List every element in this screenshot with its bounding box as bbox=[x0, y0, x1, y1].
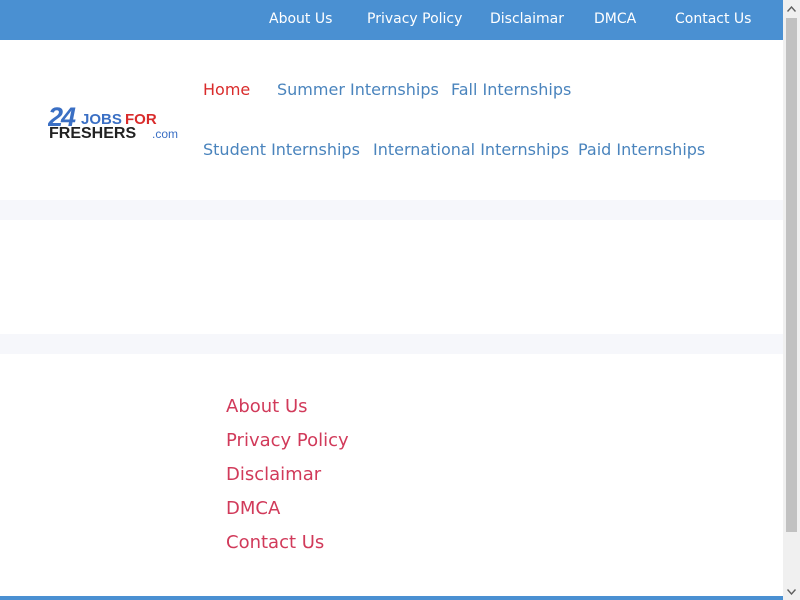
topbar-link-about-us[interactable]: About Us bbox=[269, 11, 332, 27]
footer-link-about-us[interactable]: About Us bbox=[226, 396, 308, 417]
page: About Us Privacy Policy Disclaimar DMCA … bbox=[0, 0, 800, 600]
topbar-link-disclaimar[interactable]: Disclaimar bbox=[490, 11, 564, 27]
topbar-link-contact-us[interactable]: Contact Us bbox=[675, 11, 751, 27]
section-divider-top bbox=[0, 200, 783, 220]
site-header: 24 JOBS FOR FRESHERS .com Home Summer In… bbox=[0, 40, 783, 200]
vertical-scrollbar[interactable] bbox=[783, 0, 800, 600]
topbar-link-dmca[interactable]: DMCA bbox=[594, 11, 636, 27]
nav-summer-internships[interactable]: Summer Internships bbox=[277, 80, 439, 99]
footer-link-contact-us[interactable]: Contact Us bbox=[226, 532, 324, 553]
top-bar: About Us Privacy Policy Disclaimar DMCA … bbox=[0, 0, 783, 40]
footer-link-dmca[interactable]: DMCA bbox=[226, 498, 280, 519]
site-logo[interactable]: 24 JOBS FOR FRESHERS .com bbox=[48, 102, 182, 144]
bottom-bar bbox=[0, 596, 783, 600]
scroll-down-button[interactable] bbox=[783, 583, 800, 600]
logo-freshers: FRESHERS bbox=[49, 125, 136, 142]
logo-graphic: 24 JOBS FOR FRESHERS .com bbox=[48, 102, 178, 142]
chevron-up-icon bbox=[787, 5, 796, 12]
nav-fall-internships[interactable]: Fall Internships bbox=[451, 80, 571, 99]
logo-suffix: .com bbox=[152, 127, 178, 141]
chevron-down-icon bbox=[787, 588, 796, 595]
topbar-link-privacy-policy[interactable]: Privacy Policy bbox=[367, 11, 462, 27]
section-divider-bottom bbox=[0, 334, 783, 354]
nav-home[interactable]: Home bbox=[203, 80, 250, 99]
nav-student-internships[interactable]: Student Internships bbox=[203, 140, 360, 159]
scroll-up-button[interactable] bbox=[783, 0, 800, 17]
scrollbar-thumb[interactable] bbox=[786, 18, 797, 532]
footer-link-privacy-policy[interactable]: Privacy Policy bbox=[226, 430, 349, 451]
footer-link-disclaimar[interactable]: Disclaimar bbox=[226, 464, 321, 485]
nav-international-internships[interactable]: International Internships bbox=[373, 140, 569, 159]
nav-paid-internships[interactable]: Paid Internships bbox=[578, 140, 705, 159]
